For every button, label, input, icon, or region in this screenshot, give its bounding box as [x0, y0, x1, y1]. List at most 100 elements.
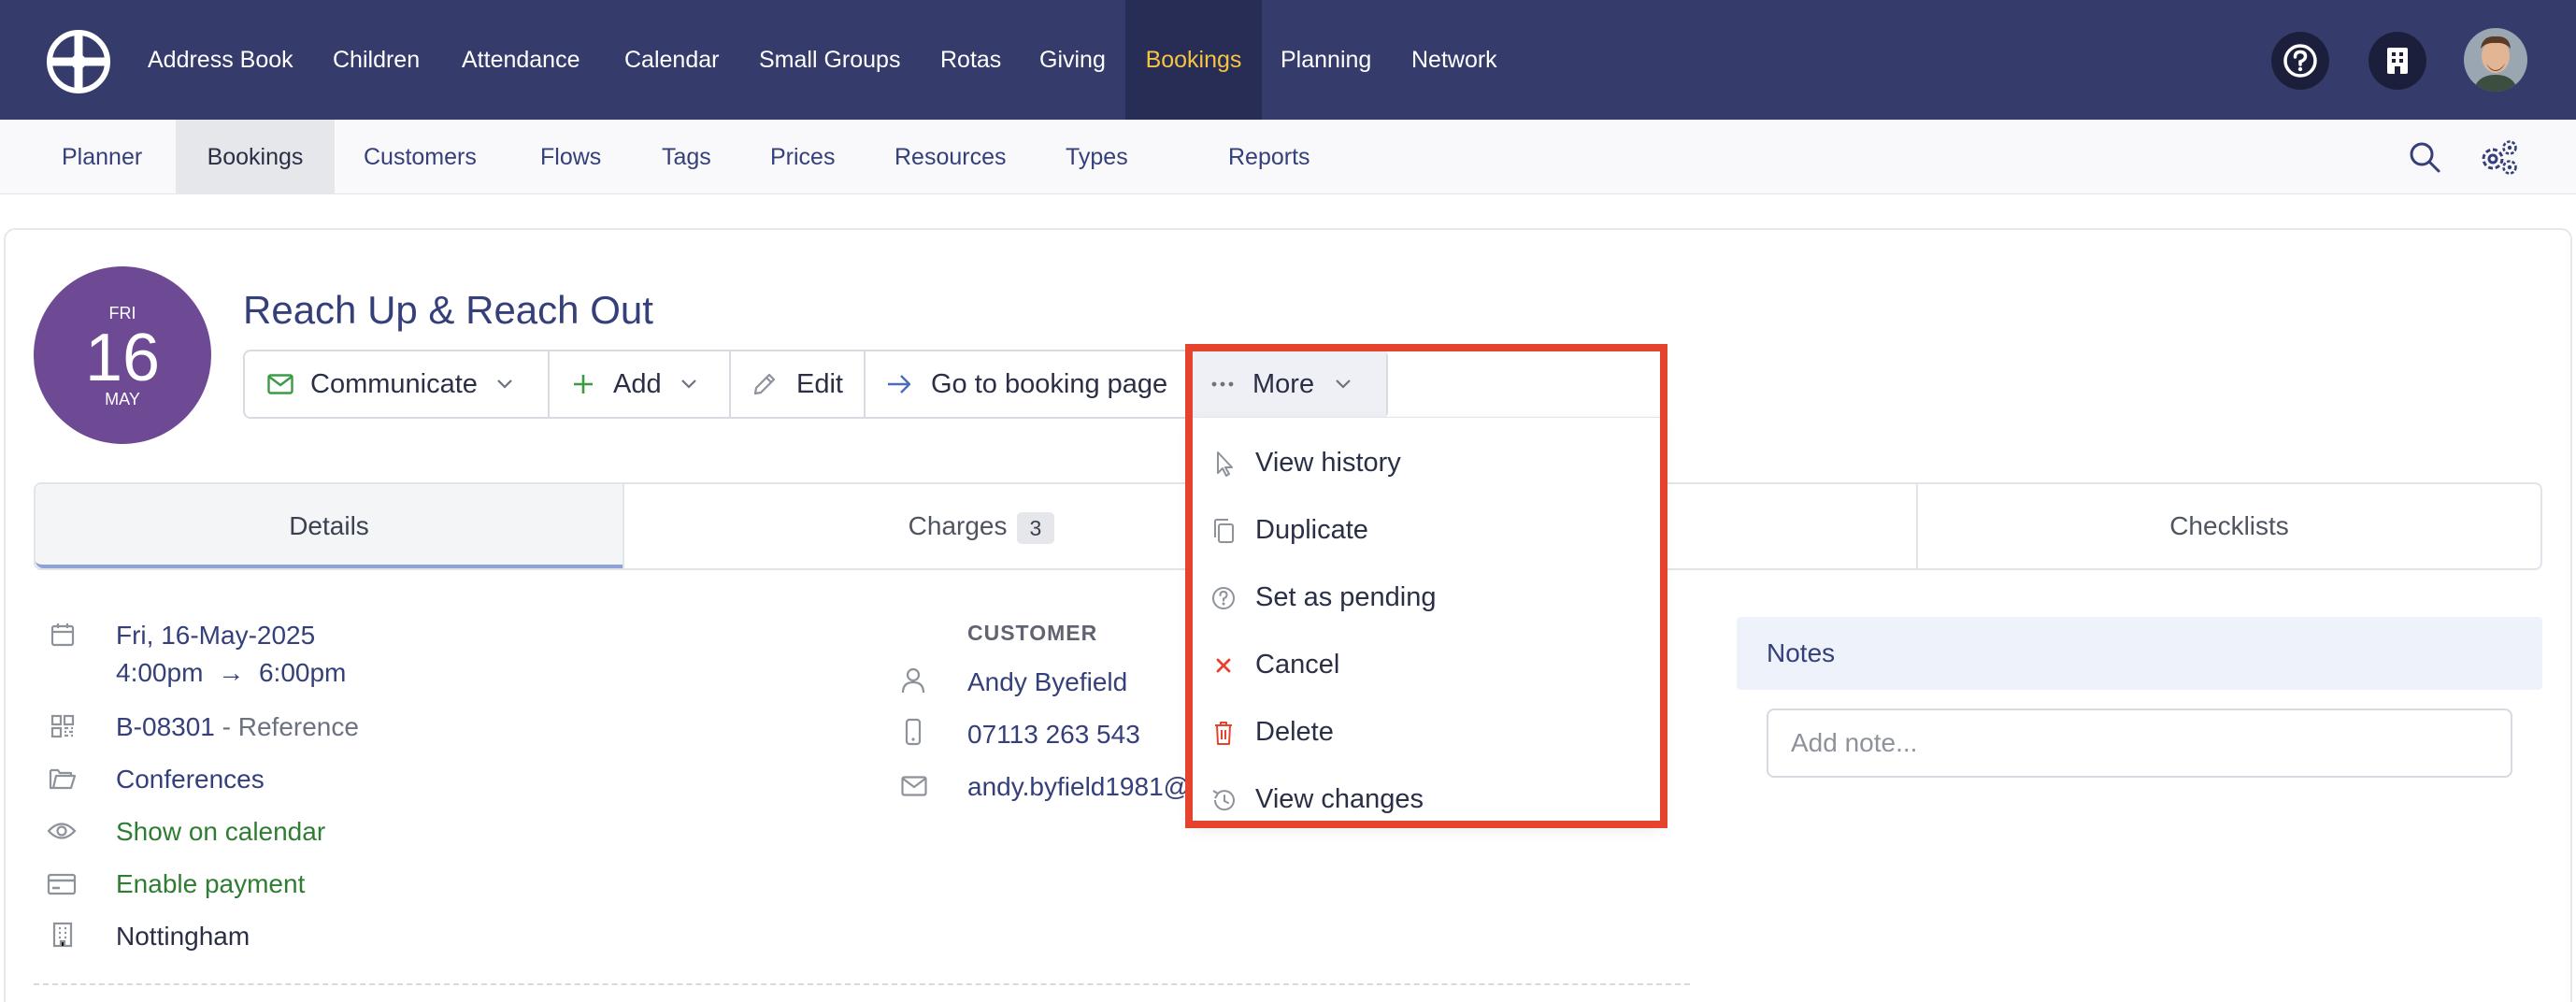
- booking-time-end: 6:00pm: [258, 658, 347, 687]
- pencil-icon: [753, 373, 776, 395]
- edit-button[interactable]: Edit: [729, 351, 864, 417]
- more-label: More: [1252, 368, 1315, 399]
- trash-icon: [1215, 722, 1232, 745]
- subnav-reports[interactable]: Reports: [1228, 120, 1310, 194]
- cursor-icon: [1217, 451, 1233, 477]
- booking-reference-code: B-08301: [116, 712, 215, 741]
- subnav-planner[interactable]: Planner: [62, 120, 142, 194]
- history-icon: [1212, 790, 1235, 811]
- go-to-booking-page-label: Go to booking page: [931, 368, 1168, 399]
- nav-planning[interactable]: Planning: [1281, 0, 1371, 120]
- booking-location: Nottingham: [116, 922, 250, 951]
- customer-phone-link[interactable]: 07113 263 543: [967, 720, 1140, 750]
- communicate-label: Communicate: [310, 368, 478, 399]
- app-logo-icon[interactable]: [47, 30, 110, 93]
- enable-payment-link[interactable]: Enable payment: [116, 869, 305, 899]
- subnav-customers[interactable]: Customers: [364, 120, 477, 194]
- booking-reference[interactable]: B-08301 - Reference: [116, 712, 359, 742]
- plus-icon: [574, 375, 593, 394]
- menu-item-view-changes[interactable]: View changes: [1192, 766, 1663, 833]
- booking-time[interactable]: 4:00pm → 6:00pm: [116, 658, 346, 688]
- tab-checklists[interactable]: Checklists: [1916, 484, 2540, 568]
- help-button[interactable]: [2271, 32, 2329, 90]
- settings-gear-icon[interactable]: [2479, 138, 2520, 176]
- menu-item-label: View changes: [1255, 784, 1424, 814]
- copy-icon: [1214, 519, 1234, 543]
- top-navigation: Address Book Children Attendance Calenda…: [0, 0, 2576, 120]
- booking-reference-label: - Reference: [222, 712, 359, 741]
- booking-time-start: 4:00pm: [116, 658, 204, 687]
- subnav-flows[interactable]: Flows: [540, 120, 601, 194]
- menu-item-label: Duplicate: [1255, 515, 1368, 545]
- menu-item-delete[interactable]: Delete: [1192, 698, 1663, 766]
- menu-item-label: Set as pending: [1255, 582, 1437, 612]
- nav-children[interactable]: Children: [333, 0, 420, 120]
- add-button[interactable]: Add: [548, 351, 729, 417]
- arrow-right-icon: [888, 375, 911, 394]
- communicate-button[interactable]: Communicate: [245, 351, 548, 417]
- folder-open-icon: [49, 768, 77, 790]
- close-icon: [1216, 658, 1231, 673]
- menu-item-cancel[interactable]: Cancel: [1192, 631, 1663, 698]
- show-on-calendar-link[interactable]: Show on calendar: [116, 817, 325, 847]
- credit-card-icon: [47, 873, 77, 895]
- add-label: Add: [613, 368, 662, 399]
- more-button[interactable]: More: [1189, 351, 1386, 417]
- search-icon[interactable]: [2408, 140, 2441, 174]
- subnav-resources[interactable]: Resources: [894, 120, 1007, 194]
- date-badge-month: MAY: [105, 390, 140, 408]
- section-divider: [34, 983, 1690, 985]
- tab-details[interactable]: Details: [36, 484, 623, 568]
- charges-count-badge: 3: [1016, 511, 1055, 544]
- mobile-phone-icon: [905, 718, 922, 746]
- notes-header: Notes: [1737, 617, 2542, 690]
- organisation-button[interactable]: [2368, 32, 2426, 90]
- go-to-booking-page-button[interactable]: Go to booking page: [864, 351, 1189, 417]
- building-icon: [52, 922, 73, 948]
- menu-item-view-history[interactable]: View history: [1192, 429, 1663, 496]
- page-title: Reach Up & Reach Out: [243, 288, 653, 332]
- subnav-bookings[interactable]: Bookings: [176, 120, 335, 194]
- nav-address-book[interactable]: Address Book: [148, 0, 293, 120]
- menu-item-label: View history: [1255, 448, 1401, 478]
- date-badge-day: 16: [84, 321, 161, 395]
- menu-item-set-as-pending[interactable]: Set as pending: [1192, 564, 1663, 631]
- chevron-down-icon: [680, 379, 696, 389]
- sub-navigation: Planner Bookings Customers Flows Tags Pr…: [0, 120, 2576, 286]
- building-icon: [2387, 48, 2408, 74]
- nav-bookings[interactable]: Bookings: [1125, 0, 1262, 120]
- menu-item-label: Delete: [1255, 717, 1334, 747]
- tab-charges-label: Charges: [908, 511, 1008, 540]
- qr-code-icon: [50, 714, 75, 738]
- help-icon: [2283, 44, 2317, 78]
- customer-section-label: CUSTOMER: [967, 621, 1098, 645]
- envelope-icon: [267, 374, 293, 394]
- chevron-down-icon: [497, 379, 512, 389]
- notes-title: Notes: [1767, 638, 1836, 667]
- calendar-icon: [50, 623, 75, 647]
- user-icon: [901, 667, 925, 694]
- time-arrow: →: [218, 658, 245, 687]
- subnav-types[interactable]: Types: [1066, 120, 1128, 194]
- add-note-input[interactable]: [1767, 709, 2512, 778]
- nav-network[interactable]: Network: [1411, 0, 1497, 120]
- nav-small-groups[interactable]: Small Groups: [759, 0, 900, 120]
- menu-item-label: Cancel: [1255, 650, 1340, 680]
- nav-calendar[interactable]: Calendar: [624, 0, 719, 120]
- question-circle-icon: [1212, 587, 1235, 609]
- nav-rotas[interactable]: Rotas: [940, 0, 1001, 120]
- action-button-group: Communicate Add Edit Go to booking page …: [243, 350, 1388, 419]
- nav-giving[interactable]: Giving: [1039, 0, 1106, 120]
- subnav-prices[interactable]: Prices: [770, 120, 835, 194]
- edit-label: Edit: [796, 368, 843, 399]
- envelope-icon: [901, 776, 927, 796]
- customer-email-link[interactable]: andy.byfield1981@: [967, 772, 1190, 802]
- menu-item-duplicate[interactable]: Duplicate: [1192, 496, 1663, 564]
- booking-type[interactable]: Conferences: [116, 765, 265, 794]
- eye-icon: [47, 823, 77, 839]
- booking-date[interactable]: Fri, 16-May-2025: [116, 621, 315, 651]
- customer-name-link[interactable]: Andy Byefield: [967, 667, 1127, 697]
- subnav-tags[interactable]: Tags: [662, 120, 711, 194]
- avatar[interactable]: [2464, 28, 2527, 92]
- nav-attendance[interactable]: Attendance: [462, 0, 580, 120]
